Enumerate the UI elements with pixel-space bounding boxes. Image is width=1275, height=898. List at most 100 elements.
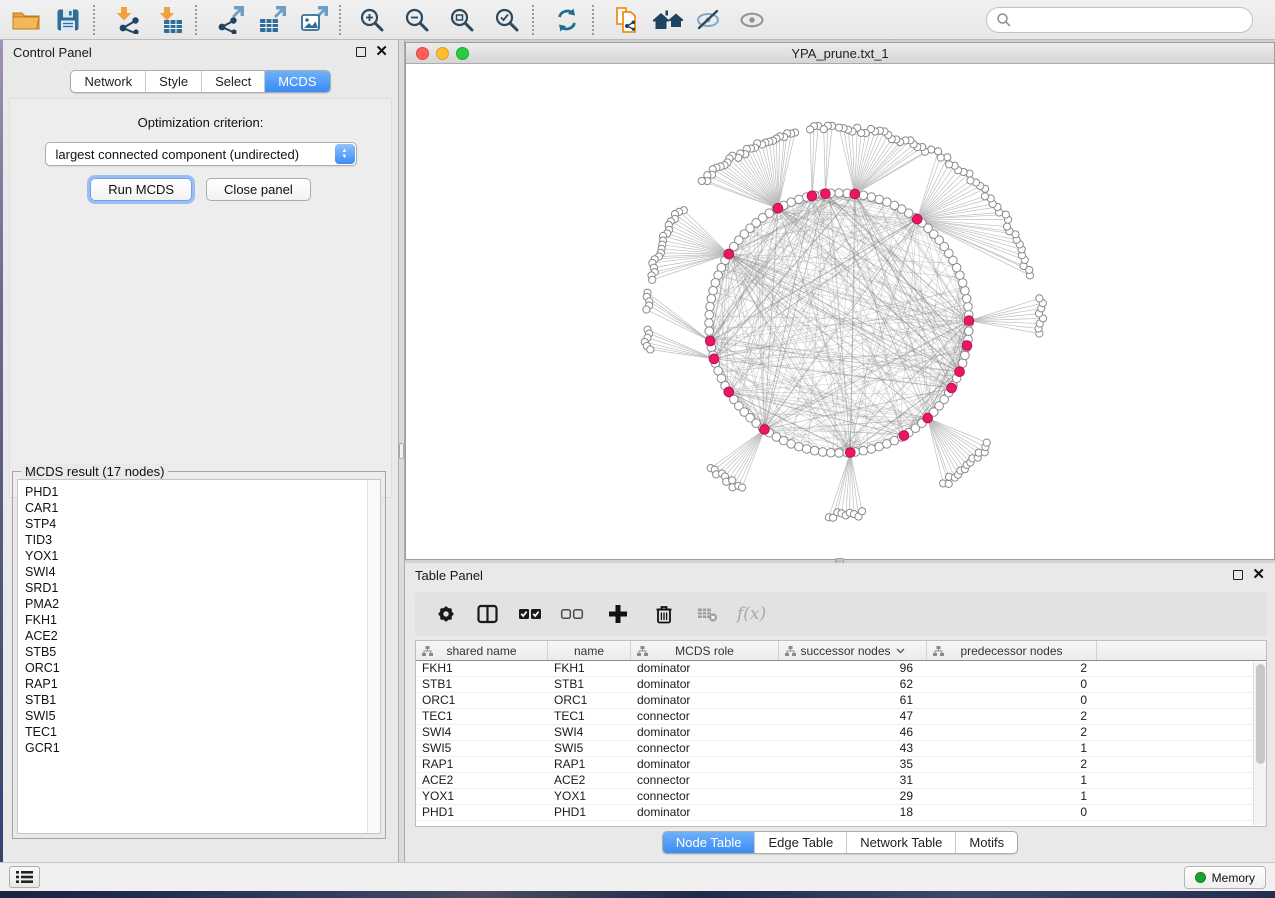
split-panel-button[interactable] <box>475 602 501 626</box>
result-node[interactable]: CAR1 <box>25 500 380 516</box>
zoom-fit-button[interactable] <box>444 3 480 37</box>
column-header-name[interactable]: name <box>548 641 631 660</box>
sort-chevron-icon[interactable] <box>896 648 905 654</box>
table-row[interactable]: PHD1PHD1dominator180 <box>416 805 1266 821</box>
float-panel-icon[interactable] <box>1233 570 1243 580</box>
criterion-select[interactable]: largest connected component (undirected)… <box>45 142 357 166</box>
tab-edge-table[interactable]: Edge Table <box>754 832 846 853</box>
result-node[interactable]: ACE2 <box>25 628 380 644</box>
first-neighbors-button[interactable] <box>651 3 687 37</box>
export-network-button[interactable] <box>212 3 248 37</box>
tab-style[interactable]: Style <box>145 71 201 92</box>
close-window-icon[interactable] <box>416 47 429 60</box>
tab-network[interactable]: Network <box>71 71 145 92</box>
network-window-titlebar[interactable]: YPA_prune.txt_1 <box>406 43 1274 64</box>
column-header-mcds-role[interactable]: MCDS role <box>631 641 779 660</box>
table-toolbar: f(x) <box>415 592 1267 636</box>
show-all-button[interactable] <box>734 3 770 37</box>
result-node[interactable]: TID3 <box>25 532 380 548</box>
tab-network-table[interactable]: Network Table <box>846 832 955 853</box>
export-network-icon <box>216 6 244 34</box>
export-image-button[interactable] <box>296 3 332 37</box>
copy-document-button[interactable] <box>609 3 645 37</box>
zoom-in-button[interactable] <box>354 3 390 37</box>
close-panel-icon[interactable]: ✕ <box>1252 570 1265 580</box>
memory-button[interactable]: Memory <box>1184 866 1266 889</box>
mcds-result-list[interactable]: PHD1CAR1STP4TID3YOX1SWI4SRD1PMA2FKH1ACE2… <box>17 479 381 834</box>
table-row[interactable]: SWI4SWI4dominator462 <box>416 725 1266 741</box>
zoom-selected-button[interactable] <box>489 3 525 37</box>
result-node[interactable]: RAP1 <box>25 676 380 692</box>
result-node[interactable]: TEC1 <box>25 724 380 740</box>
select-all-button[interactable] <box>517 602 543 626</box>
tab-select[interactable]: Select <box>201 71 264 92</box>
close-panel-icon[interactable]: ✕ <box>375 47 388 57</box>
table-cell: FKH1 <box>416 661 548 676</box>
table-cell: YOX1 <box>548 789 631 804</box>
refresh-button[interactable] <box>549 3 585 37</box>
column-header-predecessor-nodes[interactable]: predecessor nodes <box>927 641 1097 660</box>
result-node[interactable]: GCR1 <box>25 740 380 756</box>
open-session-button[interactable] <box>8 3 44 37</box>
tab-motifs[interactable]: Motifs <box>955 832 1017 853</box>
table-cell: 29 <box>779 789 927 804</box>
table-scrollbar[interactable] <box>1253 662 1266 825</box>
table-cell: STB1 <box>416 677 548 692</box>
result-scrollbar[interactable] <box>367 480 380 833</box>
network-canvas[interactable] <box>406 64 1274 559</box>
tree-icon <box>933 646 944 656</box>
import-network-button[interactable] <box>110 3 146 37</box>
result-node[interactable]: STP4 <box>25 516 380 532</box>
network-graph[interactable] <box>406 64 1274 559</box>
add-row-button[interactable] <box>605 602 631 626</box>
task-history-button[interactable] <box>9 866 40 888</box>
import-table-button[interactable] <box>152 3 188 37</box>
control-panel-header: Control Panel ✕ <box>3 40 398 64</box>
table-row[interactable]: ORC1ORC1dominator610 <box>416 693 1266 709</box>
table-panel-title: Table Panel <box>415 568 483 583</box>
hide-selected-button[interactable] <box>691 3 727 37</box>
table-row[interactable]: STB1STB1dominator620 <box>416 677 1266 693</box>
table-row[interactable]: TEC1TEC1connector472 <box>416 709 1266 725</box>
minimize-window-icon[interactable] <box>436 47 449 60</box>
deselect-all-button[interactable] <box>559 602 585 626</box>
table-row[interactable]: FKH1FKH1dominator962 <box>416 661 1266 677</box>
close-panel-button[interactable]: Close panel <box>206 178 311 201</box>
toolbar-separator <box>339 5 341 35</box>
table-row[interactable]: RAP1RAP1dominator352 <box>416 757 1266 773</box>
vertical-splitter[interactable] <box>398 40 405 862</box>
result-node[interactable]: FKH1 <box>25 612 380 628</box>
column-header-shared-name[interactable]: shared name <box>416 641 548 660</box>
result-node[interactable]: YOX1 <box>25 548 380 564</box>
table-cell: 62 <box>779 677 927 692</box>
export-table-button[interactable] <box>254 3 290 37</box>
tab-node-table[interactable]: Node Table <box>663 832 755 853</box>
delete-row-button[interactable] <box>651 602 677 626</box>
table-row[interactable]: SWI5SWI5connector431 <box>416 741 1266 757</box>
result-node[interactable]: STB5 <box>25 644 380 660</box>
save-session-button[interactable] <box>50 3 86 37</box>
table-settings-button[interactable] <box>433 602 459 626</box>
result-node[interactable]: SRD1 <box>25 580 380 596</box>
search-input[interactable] <box>986 7 1253 33</box>
select-stepper-icon: ▲▼ <box>335 144 355 164</box>
result-node[interactable]: PMA2 <box>25 596 380 612</box>
table-row[interactable]: YOX1YOX1connector291 <box>416 789 1266 805</box>
result-node[interactable]: ORC1 <box>25 660 380 676</box>
run-mcds-button[interactable]: Run MCDS <box>90 178 192 201</box>
zoom-out-button[interactable] <box>399 3 435 37</box>
column-header-successor-nodes[interactable]: successor nodes <box>779 641 927 660</box>
table-cell: dominator <box>631 661 779 676</box>
splitter-handle[interactable] <box>399 443 404 459</box>
maximize-window-icon[interactable] <box>456 47 469 60</box>
table-cell: TEC1 <box>548 709 631 724</box>
result-node[interactable]: SWI4 <box>25 564 380 580</box>
float-panel-icon[interactable] <box>356 47 366 57</box>
table-row[interactable]: ACE2ACE2connector311 <box>416 773 1266 789</box>
scrollbar-thumb[interactable] <box>1256 664 1265 764</box>
table-cell: connector <box>631 789 779 804</box>
tab-mcds[interactable]: MCDS <box>264 71 329 92</box>
result-node[interactable]: STB1 <box>25 692 380 708</box>
result-node[interactable]: PHD1 <box>25 484 380 500</box>
result-node[interactable]: SWI5 <box>25 708 380 724</box>
